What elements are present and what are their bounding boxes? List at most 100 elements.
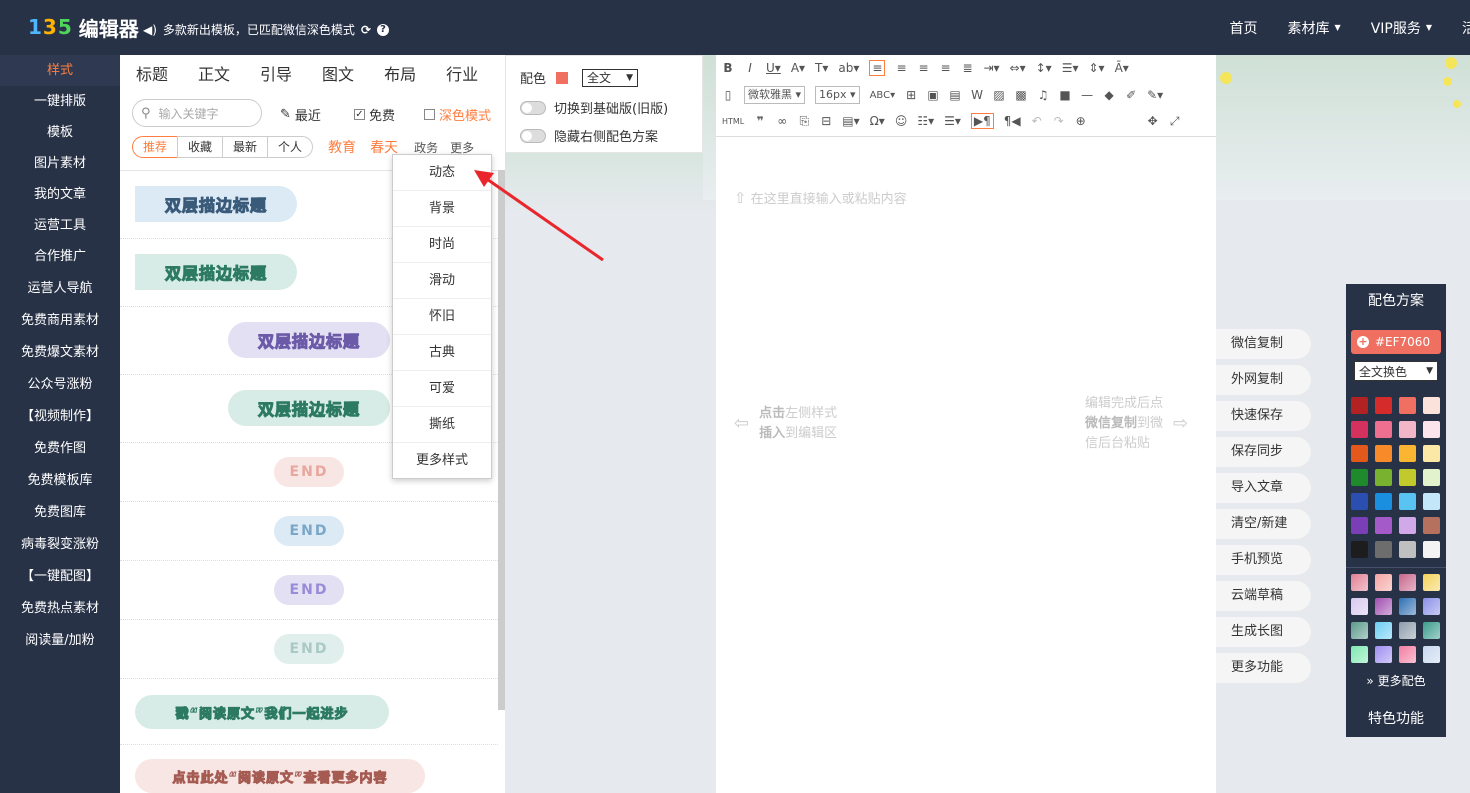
help-icon[interactable]: ? [377,23,389,36]
list-item[interactable]: 戳“阅读原文”我们一起进步 [120,679,498,745]
sidebar-item-free-templates[interactable]: 免费模板库 [0,465,120,497]
tab-body[interactable]: 正文 [198,61,230,85]
italic-icon[interactable]: I [744,61,756,75]
mobile-preview-button[interactable]: 手机预览 [1216,545,1311,575]
menu-item-slide[interactable]: 滑动 [393,263,491,299]
color-swatch[interactable] [1399,493,1416,510]
color-scope-select[interactable]: 全文 ▼ [582,68,639,87]
sidebar-item-partners[interactable]: 合作推广 [0,241,120,273]
color-swatch[interactable] [1375,445,1392,462]
tag-government[interactable]: 政务 [414,139,438,156]
gradient-swatch[interactable] [1399,598,1416,615]
color-swatch[interactable] [1351,445,1368,462]
doc-icon[interactable]: ▤▾ [842,114,859,128]
menu-item-more-styles[interactable]: 更多样式 [393,443,491,479]
search-input[interactable]: ⚲ 输入关键字 [132,99,262,127]
color-swatch[interactable] [1423,445,1440,462]
color-swatch[interactable] [1399,397,1416,414]
sidebar-item-templates[interactable]: 模板 [0,117,120,148]
sidebar-item-free-design[interactable]: 免费作图 [0,433,120,465]
video-icon[interactable]: ■ [1059,88,1071,102]
image-icon[interactable]: ▣ [927,88,939,102]
external-copy-button[interactable]: 外网复制 [1216,365,1311,395]
color-swatch[interactable] [1423,421,1440,438]
save-sync-button[interactable]: 保存同步 [1216,437,1311,467]
tab-latest[interactable]: 最新 [222,136,269,158]
sidebar-item-free-images[interactable]: 免费图库 [0,497,120,529]
color-swatch[interactable] [1399,469,1416,486]
sidebar-item-ops-tools[interactable]: 运营工具 [0,210,120,241]
music-icon[interactable]: ♫ [1037,88,1049,102]
tab-layout[interactable]: 布局 [384,61,416,85]
color-swatch[interactable] [1375,517,1392,534]
magic-icon[interactable]: ✎▾ [1147,88,1163,102]
nav-library[interactable]: 素材库 ▼ [1288,18,1341,38]
sidebar-item-my-articles[interactable]: 我的文章 [0,179,120,210]
gradient-swatch[interactable] [1399,646,1416,663]
underline-icon[interactable]: U▾ [766,61,781,75]
recent-filter[interactable]: ✎ 最近 [280,105,321,124]
sidebar-item-free-viral[interactable]: 免费爆文素材 [0,337,120,369]
bg-color-icon[interactable]: T▾ [815,61,828,75]
gradient-swatch[interactable] [1351,574,1368,591]
toggle-switch[interactable] [520,100,546,115]
gradient-swatch[interactable] [1375,622,1392,639]
tab-personal[interactable]: 个人 [267,136,314,158]
gradient-swatch[interactable] [1351,598,1368,615]
list-item[interactable]: END [120,620,498,679]
eraser-icon[interactable]: ◆ [1103,88,1115,102]
text-bg-icon[interactable]: ab▾ [838,61,859,75]
scrollbar[interactable] [498,170,505,710]
color-swatch[interactable] [1399,421,1416,438]
align-right-icon[interactable]: ≡ [917,61,929,75]
color-swatch[interactable] [1351,469,1368,486]
move-icon[interactable]: ✥ [1147,114,1159,128]
color-swatch[interactable] [1399,541,1416,558]
align-left-icon[interactable]: ≡ [869,60,886,76]
menu-item-classic[interactable]: 古典 [393,335,491,371]
menu-item-animated[interactable]: 动态 [393,155,491,191]
color-swatch[interactable] [1399,517,1416,534]
list-item[interactable]: 点击此处“阅读原文”查看更多内容 [120,745,498,793]
menu-item-cute[interactable]: 可爱 [393,371,491,407]
nav-vip[interactable]: VIP服务 ▼ [1371,18,1432,38]
color-swatch[interactable] [1423,541,1440,558]
gradient-swatch[interactable] [1351,622,1368,639]
toggle-basic-version[interactable]: 切换到基础版(旧版) [520,98,668,117]
paint-icon[interactable]: ⊟ [820,114,832,128]
sidebar-item-hot-assets[interactable]: 免费热点素材 [0,593,120,625]
menu-item-fashion[interactable]: 时尚 [393,227,491,263]
wechat-copy-button[interactable]: 微信复制 [1216,329,1311,359]
gradient-swatch[interactable] [1423,622,1440,639]
bold-icon[interactable]: B [722,61,734,75]
gradient-swatch[interactable] [1399,574,1416,591]
sidebar-item-viral-growth[interactable]: 病毒裂变涨粉 [0,529,120,561]
quick-save-button[interactable]: 快速保存 [1216,401,1311,431]
word-icon[interactable]: W [971,88,983,102]
feature-button[interactable]: 特色功能 [1346,708,1446,728]
sidebar-item-one-click-layout[interactable]: 一键排版 [0,86,120,117]
color-swatch[interactable] [1351,421,1368,438]
sidebar-item-free-commercial[interactable]: 免费商用素材 [0,305,120,337]
spacing-icon[interactable]: ⇕▾ [1088,61,1104,75]
color-swatch[interactable] [1375,421,1392,438]
align-justify-icon[interactable]: ≡ [939,61,951,75]
ltr-icon[interactable]: ▶¶ [970,113,994,129]
brush-icon[interactable]: ✐ [1125,88,1137,102]
align-center-icon[interactable]: ≡ [895,61,907,75]
clear-new-button[interactable]: 清空/新建 [1216,509,1311,539]
sidebar-item-ops-nav[interactable]: 运营人导航 [0,273,120,305]
tag-more[interactable]: 更多 [450,139,474,156]
undo-icon[interactable]: ↶ [1031,114,1043,128]
editor-placeholder[interactable]: ⇧ 在这里直接输入或粘贴内容 [734,188,907,207]
notice[interactable]: ◀) 多款新出模板，已匹配微信深色模式 ⟳ ? [143,21,389,38]
gallery-icon[interactable]: ▩ [1015,88,1027,102]
template-icon[interactable]: ▤ [949,88,961,102]
redo-icon[interactable]: ↷ [1053,114,1065,128]
color-swatch[interactable] [556,71,569,84]
paragraph-spacing-icon[interactable]: ☰▾ [1062,61,1079,75]
rtl-icon[interactable]: ¶◀ [1004,114,1021,128]
font-color-icon[interactable]: A▾ [791,61,805,75]
toggle-hide-scheme[interactable]: 隐藏右侧配色方案 [520,126,658,145]
ordered-list-icon[interactable]: ☷▾ [917,114,934,128]
